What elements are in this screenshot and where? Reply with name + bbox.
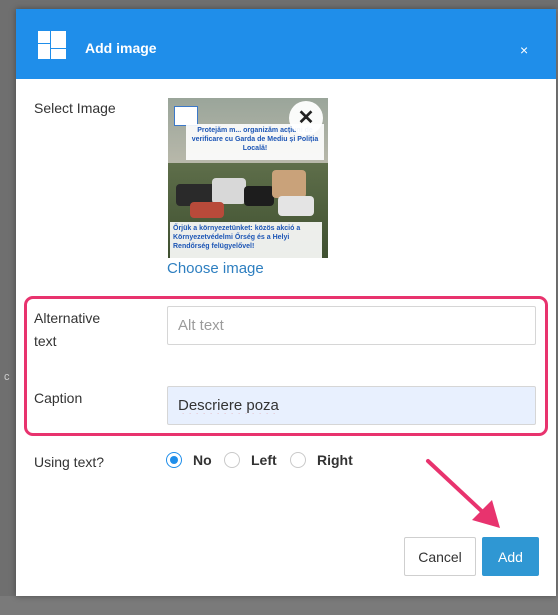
add-button[interactable]: Add: [482, 537, 539, 576]
radio-label-no[interactable]: No: [193, 452, 212, 468]
backdrop-top: [0, 0, 558, 9]
choose-image-link[interactable]: Choose image: [167, 260, 264, 277]
alt-text-input[interactable]: [167, 306, 536, 345]
image-overlay-bottom-text: Őrjük a környezetünket: közös akció a Kö…: [170, 222, 322, 258]
alternative-text-label: Alternative text: [34, 310, 101, 349]
select-image-label: Select Image: [34, 100, 116, 116]
backdrop-bottom: [0, 596, 558, 615]
remove-image-icon[interactable]: ✕: [289, 101, 323, 135]
using-text-label: Using text?: [34, 454, 105, 470]
radio-no[interactable]: [166, 452, 182, 468]
caption-label: Caption: [34, 390, 83, 406]
radio-label-left[interactable]: Left: [251, 452, 277, 468]
radio-left[interactable]: [224, 452, 240, 468]
close-icon[interactable]: ×: [520, 43, 528, 57]
dialog-header: Add image ×: [16, 9, 556, 79]
cancel-button[interactable]: Cancel: [404, 537, 476, 576]
backdrop-left: [0, 0, 16, 615]
caption-input[interactable]: [167, 386, 536, 425]
grid-logo-icon: [38, 31, 66, 59]
dialog-title: Add image: [85, 40, 157, 56]
radio-label-right[interactable]: Right: [317, 452, 353, 468]
add-image-dialog: Add image × Select Image Protejăm m... o…: [16, 9, 556, 596]
background-partial-text: c: [4, 371, 10, 383]
radio-right[interactable]: [290, 452, 306, 468]
image-logo: [174, 106, 198, 126]
